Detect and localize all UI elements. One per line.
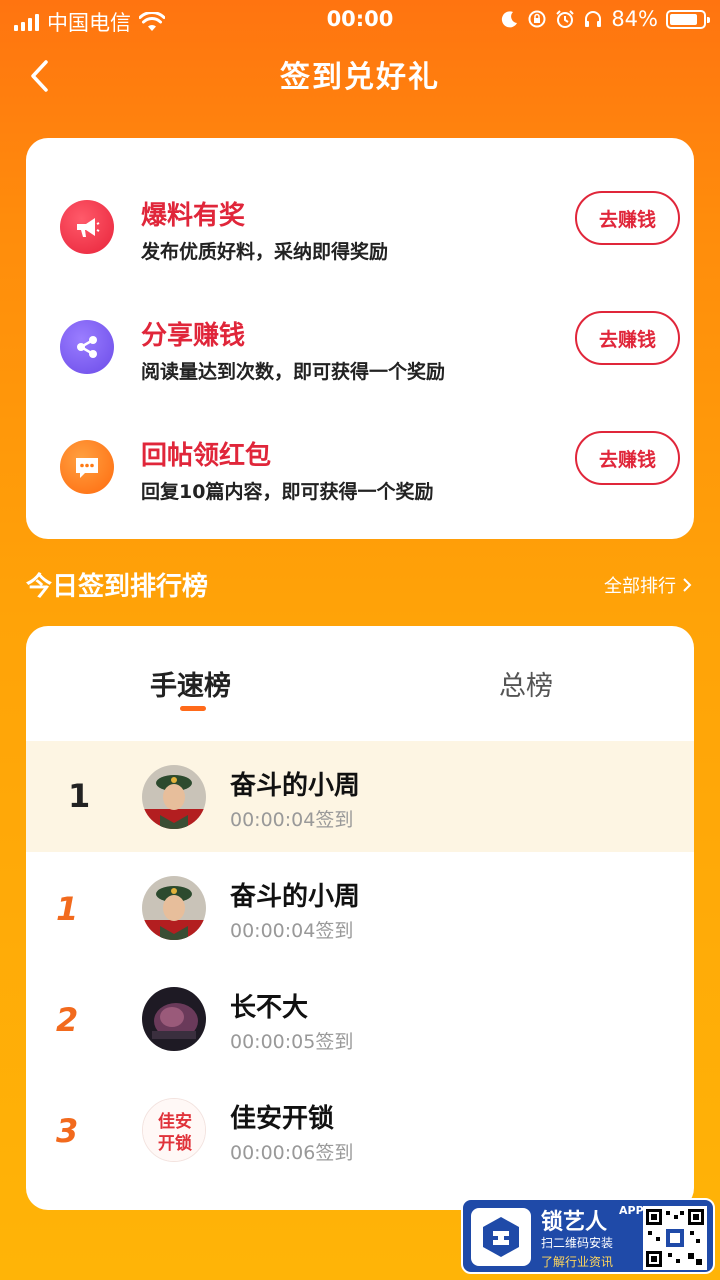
task-title: 回帖领红包 [141, 441, 272, 471]
checkin-time: 00:00:04签到 [230, 920, 354, 942]
task-desc: 发布优质好料，采纳即得奖励 [141, 241, 389, 263]
avatar [142, 765, 206, 829]
rank-badge: 2 [47, 993, 93, 1039]
rank-row[interactable]: 3 佳安 开锁 佳安开锁 00:00:06签到 [26, 1074, 694, 1185]
svg-text:佳安: 佳安 [158, 1111, 192, 1132]
active-tab-indicator [180, 706, 206, 711]
tab-speed[interactable]: 手速榜 [150, 664, 231, 703]
checkin-time: 00:00:04签到 [230, 809, 354, 831]
user-name: 奋斗的小周 [230, 771, 361, 801]
task-title: 爆料有奖 [141, 201, 246, 231]
my-rank-row[interactable]: 1 奋斗的小周 00:00:04签到 [26, 741, 694, 852]
share-icon [60, 320, 114, 374]
status-bar: 中国电信 00:00 84% [0, 0, 720, 38]
promo-app-name: 锁艺人 [541, 1210, 608, 1235]
rank-badge: 3 [47, 1104, 93, 1150]
rank-row[interactable]: 2 长不大 00:00:05签到 [26, 963, 694, 1074]
task-desc: 回复10篇内容，即可获得一个奖励 [141, 481, 434, 503]
checkin-time: 00:00:06签到 [230, 1142, 354, 1164]
all-ranking-label: 全部排行 [604, 576, 676, 597]
ranking-title: 今日签到排行榜 [26, 572, 209, 602]
avatar [142, 987, 206, 1051]
promo-app-badge: APP [619, 1204, 644, 1217]
alarm-icon [556, 10, 575, 28]
promo-line-2: 了解行业资讯 [541, 1255, 614, 1269]
all-ranking-link[interactable]: 全部排行 [604, 572, 692, 598]
task-item: 回帖领红包 回复10篇内容，即可获得一个奖励 去赚钱 [26, 415, 694, 535]
task-title: 分享赚钱 [141, 321, 246, 351]
task-item: 分享赚钱 阅读量达到次数，即可获得一个奖励 去赚钱 [26, 295, 694, 415]
earn-button[interactable]: 去赚钱 [575, 311, 680, 365]
moon-icon [502, 11, 518, 28]
rank-row[interactable]: 1 奋斗的小周 00:00:04签到 [26, 852, 694, 963]
tab-total[interactable]: 总榜 [499, 664, 553, 703]
nav-bar: 签到兑好礼 [0, 38, 720, 112]
user-name: 佳安开锁 [230, 1104, 335, 1134]
qr-code-icon [643, 1206, 707, 1270]
chat-icon [60, 440, 114, 494]
rotation-lock-icon [528, 10, 546, 28]
task-desc: 阅读量达到次数，即可获得一个奖励 [141, 361, 446, 383]
chevron-right-icon [683, 578, 692, 592]
tasks-card: 爆料有奖 发布优质好料，采纳即得奖励 去赚钱 分享赚钱 阅读量达到次数，即可获得… [26, 138, 694, 539]
rank-number: 1 [68, 777, 91, 815]
promo-line-1: 扫二维码安装 [541, 1236, 614, 1250]
checkin-time: 00:00:05签到 [230, 1031, 354, 1053]
headphones-icon [585, 11, 602, 27]
user-name: 长不大 [230, 993, 309, 1023]
battery-icon [666, 9, 710, 29]
rank-badge: 1 [47, 882, 93, 928]
user-name: 奋斗的小周 [230, 882, 361, 912]
avatar: 佳安 开锁 [142, 1098, 206, 1162]
app-promo-banner[interactable]: 锁艺人 APP 扫二维码安装 了解行业资讯 [461, 1198, 715, 1274]
svg-text:开锁: 开锁 [158, 1133, 192, 1154]
avatar [142, 876, 206, 940]
task-item: 爆料有奖 发布优质好料，采纳即得奖励 去赚钱 [26, 175, 694, 295]
page-title: 签到兑好礼 [280, 60, 440, 95]
earn-button[interactable]: 去赚钱 [575, 431, 680, 485]
megaphone-icon [60, 200, 114, 254]
earn-button[interactable]: 去赚钱 [575, 191, 680, 245]
battery-percent: 84% [611, 7, 658, 31]
ranking-card: 手速榜 总榜 1 奋斗的小周 00:00:04签到 1 奋斗的小周 00:00:… [26, 626, 694, 1210]
app-logo-icon [471, 1208, 531, 1266]
